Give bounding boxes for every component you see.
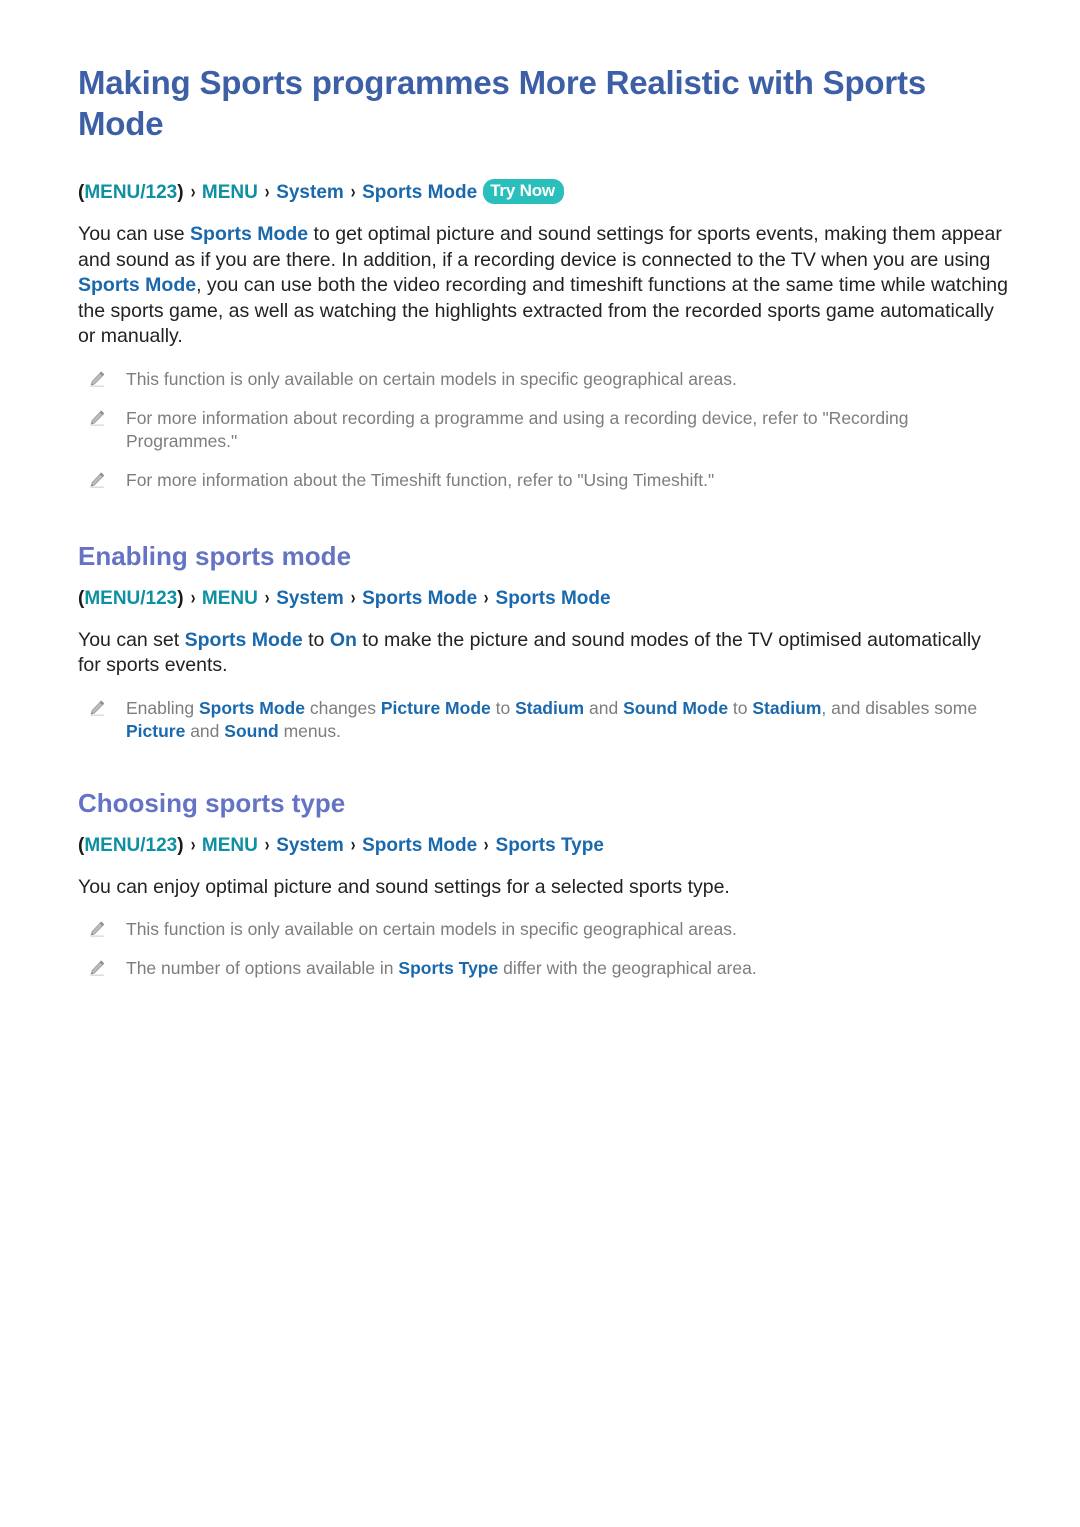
intro-text-a: You can use	[78, 223, 191, 245]
note-text-e: to	[728, 697, 753, 718]
chevron-right-icon: ›	[190, 834, 196, 856]
try-now-badge[interactable]: Try Now	[483, 179, 564, 204]
link-picture[interactable]: Picture	[126, 721, 185, 741]
breadcrumb-close-paren: )	[177, 587, 184, 609]
link-stadium[interactable]: Stadium	[515, 698, 584, 718]
chevron-right-icon: ›	[264, 182, 270, 203]
enabling-text-b: to	[302, 628, 330, 651]
enabling-text-a: You can set	[78, 628, 185, 651]
breadcrumb-sports-type[interactable]: Sports Type	[496, 835, 604, 856]
breadcrumb-sports-mode[interactable]: Sports Mode	[362, 182, 477, 203]
note-item: This function is only available on certa…	[78, 368, 1008, 391]
menu-path-breadcrumb-choosing: (MENU/123) › MENU › System › Sports Mode › Sport…	[78, 833, 1008, 859]
intro-paragraph: You can use Sports Mode to get optimal p…	[78, 222, 1008, 350]
pencil-icon	[88, 370, 106, 388]
note-text-b: differ with the geographical area.	[498, 958, 757, 978]
breadcrumb-system[interactable]: System	[276, 588, 344, 609]
note-item: This function is only available on certa…	[78, 918, 1008, 941]
breadcrumb-sports-mode[interactable]: Sports Mode	[362, 835, 477, 856]
note-text-b: changes	[304, 697, 381, 718]
link-sports-mode[interactable]: Sports Mode	[78, 274, 196, 296]
chevron-right-icon: ›	[350, 182, 356, 203]
section-heading-choosing-sports-type: Choosing sports type	[78, 787, 346, 818]
link-sports-type[interactable]: Sports Type	[398, 958, 498, 978]
chevron-right-icon: ›	[190, 587, 196, 609]
note-text-a: The number of options available in	[126, 958, 399, 978]
breadcrumb-menu123[interactable]: MENU/123	[84, 835, 177, 856]
chevron-right-icon: ›	[350, 587, 356, 609]
breadcrumb-menu[interactable]: MENU	[202, 835, 258, 856]
chevron-right-icon: ›	[264, 587, 270, 609]
pencil-icon	[88, 471, 106, 489]
note-text-f: , and disables some	[821, 697, 978, 718]
note-text: The number of options available in Sport…	[126, 957, 757, 980]
chevron-right-icon: ›	[483, 587, 489, 609]
choosing-paragraph: You can enjoy optimal picture and sound …	[78, 875, 730, 898]
note-text-g: and	[185, 720, 225, 741]
breadcrumb-system[interactable]: System	[276, 835, 344, 856]
link-sports-mode[interactable]: Sports Mode	[199, 698, 305, 718]
note-text-c: to	[490, 697, 516, 718]
enabling-paragraph: You can set Sports Mode to On to make th…	[78, 628, 1008, 679]
link-stadium[interactable]: Stadium	[752, 698, 821, 718]
link-sound-mode[interactable]: Sound Mode	[623, 698, 728, 718]
note-text: For more information about recording a p…	[126, 407, 909, 451]
note-text-h: menus.	[278, 720, 341, 741]
note-item: Enabling Sports Mode changes Picture Mod…	[78, 697, 1008, 743]
breadcrumb-close-paren: )	[177, 182, 184, 203]
note-item: For more information about the Timeshift…	[78, 469, 1008, 492]
link-sports-mode[interactable]: Sports Mode	[190, 223, 308, 245]
intro-text-c: , you can use both the video recording a…	[78, 274, 1008, 347]
note-text: For more information about the Timeshift…	[126, 469, 715, 490]
link-sound[interactable]: Sound	[224, 721, 278, 741]
note-text: This function is only available on certa…	[126, 919, 737, 939]
link-sports-mode[interactable]: Sports Mode	[185, 629, 303, 651]
breadcrumb-menu[interactable]: MENU	[202, 182, 258, 203]
breadcrumb-system[interactable]: System	[276, 182, 344, 203]
menu-path-breadcrumb: (MENU/123) › MENU › System › Sports Mode Try No…	[78, 179, 1008, 206]
note-text-a: Enabling	[126, 697, 199, 718]
pencil-icon	[88, 699, 106, 717]
breadcrumb-sports-mode[interactable]: Sports Mode	[362, 588, 477, 609]
page-title: Making Sports programmes More Realistic …	[78, 64, 926, 142]
section-heading-enabling-sports-mode: Enabling sports mode	[78, 540, 352, 571]
breadcrumb-sports-mode-2[interactable]: Sports Mode	[496, 588, 611, 609]
breadcrumb-menu123[interactable]: MENU/123	[84, 588, 177, 609]
pencil-icon	[88, 959, 106, 977]
note-item: For more information about recording a p…	[78, 407, 1008, 453]
breadcrumb-menu[interactable]: MENU	[202, 588, 258, 609]
menu-path-breadcrumb-enabling: (MENU/123) › MENU › System › Sports Mode › Sport…	[78, 586, 1008, 612]
document-page: Making Sports programmes More Realistic …	[0, 0, 1080, 1527]
note-text: This function is only available on certa…	[126, 368, 737, 389]
link-picture-mode[interactable]: Picture Mode	[381, 698, 491, 718]
chevron-right-icon: ›	[264, 834, 270, 856]
link-on[interactable]: On	[330, 629, 357, 651]
chevron-right-icon: ›	[190, 182, 196, 203]
note-text-d: and	[584, 697, 624, 718]
breadcrumb-close-paren: )	[177, 834, 184, 856]
chevron-right-icon: ›	[483, 834, 489, 856]
breadcrumb-menu123[interactable]: MENU/123	[84, 182, 177, 203]
note-item: The number of options available in Sport…	[78, 957, 1008, 980]
pencil-icon	[88, 409, 106, 427]
note-text: Enabling Sports Mode changes Picture Mod…	[126, 697, 1008, 743]
pencil-icon	[88, 920, 106, 938]
chevron-right-icon: ›	[350, 834, 356, 856]
